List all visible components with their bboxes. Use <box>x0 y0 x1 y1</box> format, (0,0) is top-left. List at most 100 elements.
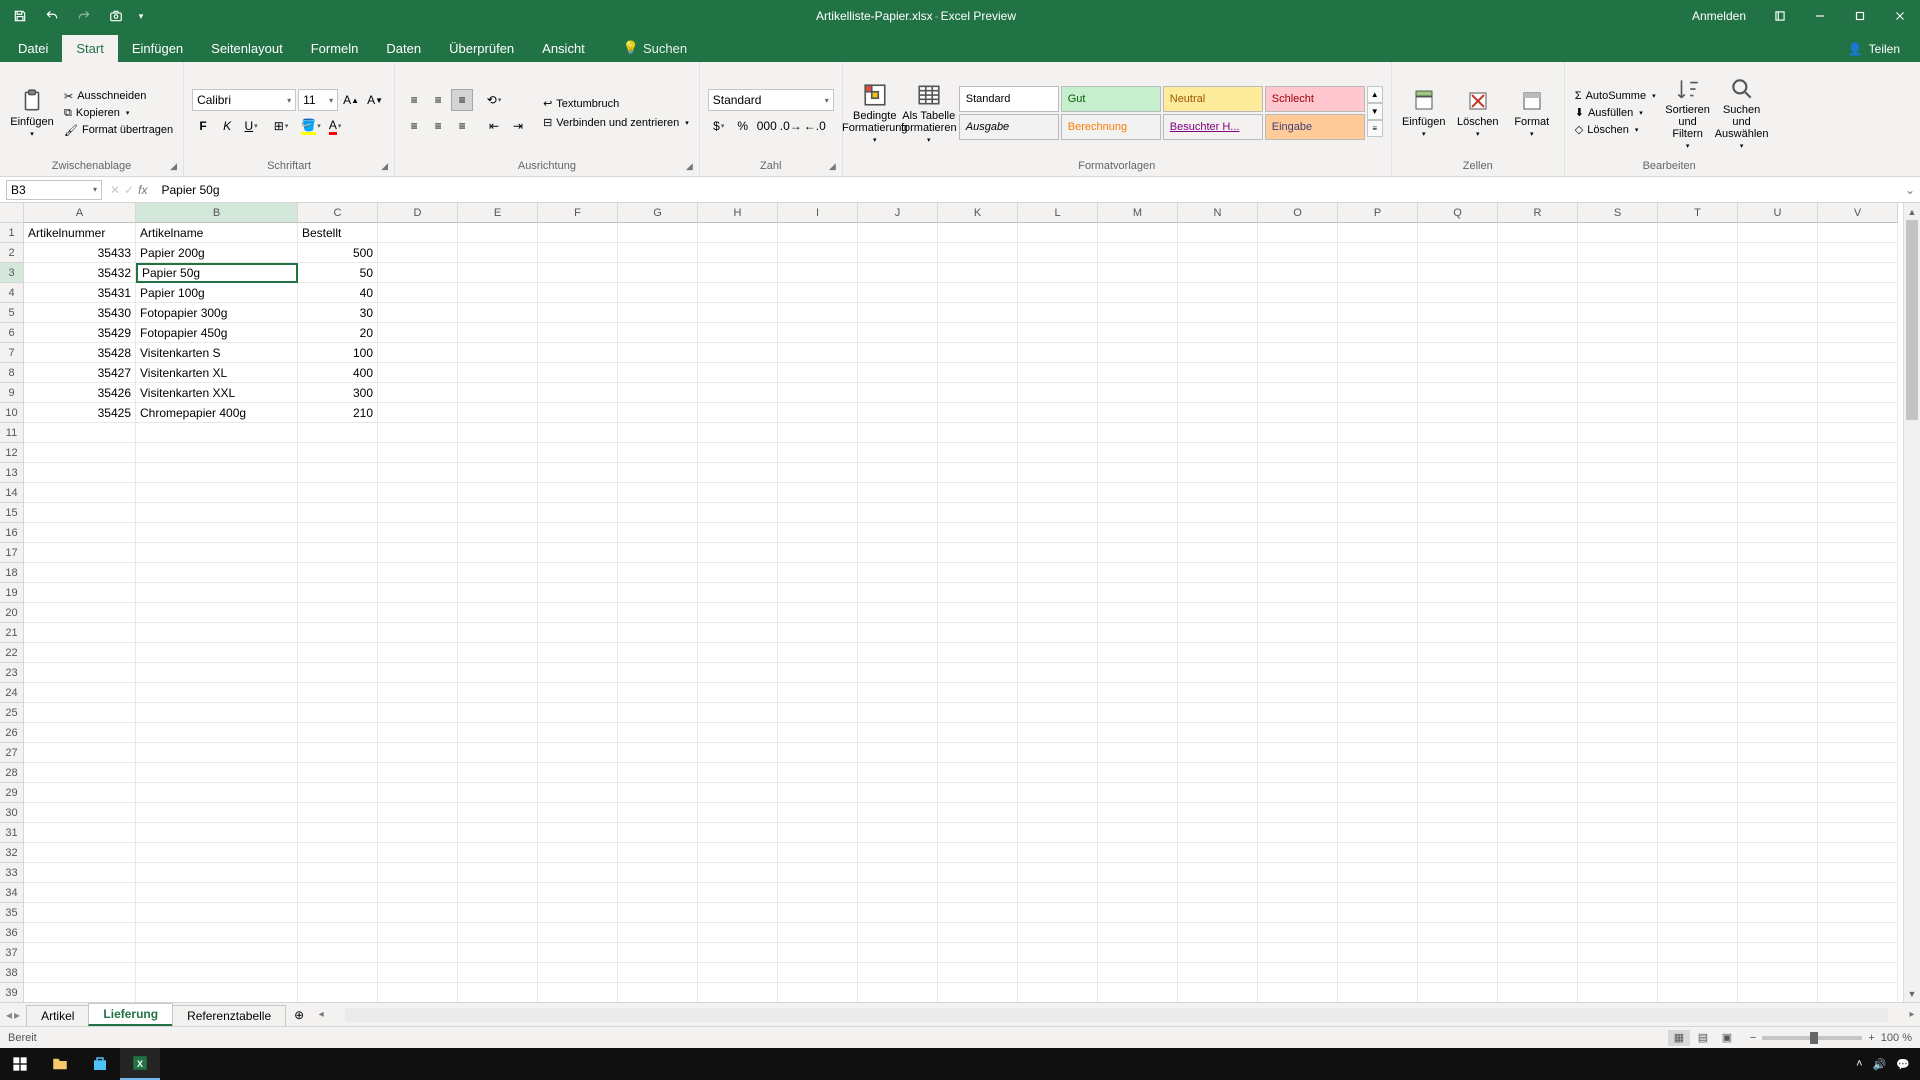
cell-L9[interactable] <box>1018 383 1098 403</box>
cell-K6[interactable] <box>938 323 1018 343</box>
row-header-33[interactable]: 33 <box>0 863 24 883</box>
cell-L27[interactable] <box>1018 743 1098 763</box>
cell-N1[interactable] <box>1178 223 1258 243</box>
cell-P27[interactable] <box>1338 743 1418 763</box>
cell-R22[interactable] <box>1498 643 1578 663</box>
cell-E3[interactable] <box>458 263 538 283</box>
cell-R18[interactable] <box>1498 563 1578 583</box>
cell-B35[interactable] <box>136 903 298 923</box>
cell-U20[interactable] <box>1738 603 1818 623</box>
decrease-font-button[interactable]: A▼ <box>364 89 386 111</box>
cell-A21[interactable] <box>24 623 136 643</box>
cell-B8[interactable]: Visitenkarten XL <box>136 363 298 383</box>
row-header-38[interactable]: 38 <box>0 963 24 983</box>
cell-R14[interactable] <box>1498 483 1578 503</box>
cell-V24[interactable] <box>1818 683 1898 703</box>
cell-O39[interactable] <box>1258 983 1338 1002</box>
cell-S28[interactable] <box>1578 763 1658 783</box>
cell-A16[interactable] <box>24 523 136 543</box>
cell-B38[interactable] <box>136 963 298 983</box>
col-header-I[interactable]: I <box>778 203 858 223</box>
cell-V4[interactable] <box>1818 283 1898 303</box>
row-header-8[interactable]: 8 <box>0 363 24 383</box>
cell-S4[interactable] <box>1578 283 1658 303</box>
cell-S22[interactable] <box>1578 643 1658 663</box>
delete-cells-button[interactable]: Löschen▾ <box>1454 88 1502 138</box>
cell-E18[interactable] <box>458 563 538 583</box>
cell-O20[interactable] <box>1258 603 1338 623</box>
cell-E30[interactable] <box>458 803 538 823</box>
cell-A18[interactable] <box>24 563 136 583</box>
cell-V38[interactable] <box>1818 963 1898 983</box>
cell-C6[interactable]: 20 <box>298 323 378 343</box>
cell-L10[interactable] <box>1018 403 1098 423</box>
select-all-corner[interactable] <box>0 203 24 223</box>
cell-J29[interactable] <box>858 783 938 803</box>
row-header-13[interactable]: 13 <box>0 463 24 483</box>
format-as-table-button[interactable]: Als Tabelle formatieren▾ <box>905 82 953 144</box>
cell-E38[interactable] <box>458 963 538 983</box>
cell-L5[interactable] <box>1018 303 1098 323</box>
row-header-2[interactable]: 2 <box>0 243 24 263</box>
row-header-5[interactable]: 5 <box>0 303 24 323</box>
cell-P22[interactable] <box>1338 643 1418 663</box>
cell-O38[interactable] <box>1258 963 1338 983</box>
borders-button[interactable]: ⊞▾ <box>270 115 292 137</box>
cell-B36[interactable] <box>136 923 298 943</box>
cell-F24[interactable] <box>538 683 618 703</box>
cell-E20[interactable] <box>458 603 538 623</box>
cell-R37[interactable] <box>1498 943 1578 963</box>
cell-I33[interactable] <box>778 863 858 883</box>
cell-L12[interactable] <box>1018 443 1098 463</box>
zoom-level[interactable]: 100 % <box>1881 1032 1912 1044</box>
style-eingabe[interactable]: Eingabe <box>1265 114 1365 140</box>
cell-M29[interactable] <box>1098 783 1178 803</box>
cell-T37[interactable] <box>1658 943 1738 963</box>
cell-S9[interactable] <box>1578 383 1658 403</box>
cell-T2[interactable] <box>1658 243 1738 263</box>
cell-K11[interactable] <box>938 423 1018 443</box>
cell-K30[interactable] <box>938 803 1018 823</box>
cell-E31[interactable] <box>458 823 538 843</box>
cell-O1[interactable] <box>1258 223 1338 243</box>
cell-K19[interactable] <box>938 583 1018 603</box>
font-color-button[interactable]: A▾ <box>324 115 346 137</box>
cell-O25[interactable] <box>1258 703 1338 723</box>
cell-I27[interactable] <box>778 743 858 763</box>
font-launcher[interactable]: ◢ <box>381 161 388 172</box>
cell-P23[interactable] <box>1338 663 1418 683</box>
cell-P7[interactable] <box>1338 343 1418 363</box>
cut-button[interactable]: ✂Ausschneiden <box>62 89 175 104</box>
cell-L14[interactable] <box>1018 483 1098 503</box>
cell-V35[interactable] <box>1818 903 1898 923</box>
cell-H23[interactable] <box>698 663 778 683</box>
cell-C25[interactable] <box>298 703 378 723</box>
cell-S8[interactable] <box>1578 363 1658 383</box>
cell-O22[interactable] <box>1258 643 1338 663</box>
cell-A1[interactable]: Artikelnummer <box>24 223 136 243</box>
cell-K20[interactable] <box>938 603 1018 623</box>
cell-K1[interactable] <box>938 223 1018 243</box>
cell-M27[interactable] <box>1098 743 1178 763</box>
cell-H39[interactable] <box>698 983 778 1002</box>
cell-C28[interactable] <box>298 763 378 783</box>
style-ausgabe[interactable]: Ausgabe <box>959 114 1059 140</box>
cell-P19[interactable] <box>1338 583 1418 603</box>
cell-P18[interactable] <box>1338 563 1418 583</box>
insert-cells-button[interactable]: Einfügen▾ <box>1400 88 1448 138</box>
row-header-39[interactable]: 39 <box>0 983 24 1002</box>
cell-H25[interactable] <box>698 703 778 723</box>
cell-Q3[interactable] <box>1418 263 1498 283</box>
cell-N37[interactable] <box>1178 943 1258 963</box>
style-schlecht[interactable]: Schlecht <box>1265 86 1365 112</box>
sheet-tab-lieferung[interactable]: Lieferung <box>88 1003 173 1026</box>
cell-U21[interactable] <box>1738 623 1818 643</box>
cell-Q4[interactable] <box>1418 283 1498 303</box>
cell-D36[interactable] <box>378 923 458 943</box>
cell-V19[interactable] <box>1818 583 1898 603</box>
cell-S23[interactable] <box>1578 663 1658 683</box>
cell-J21[interactable] <box>858 623 938 643</box>
cell-B2[interactable]: Papier 200g <box>136 243 298 263</box>
cell-K9[interactable] <box>938 383 1018 403</box>
cell-M4[interactable] <box>1098 283 1178 303</box>
